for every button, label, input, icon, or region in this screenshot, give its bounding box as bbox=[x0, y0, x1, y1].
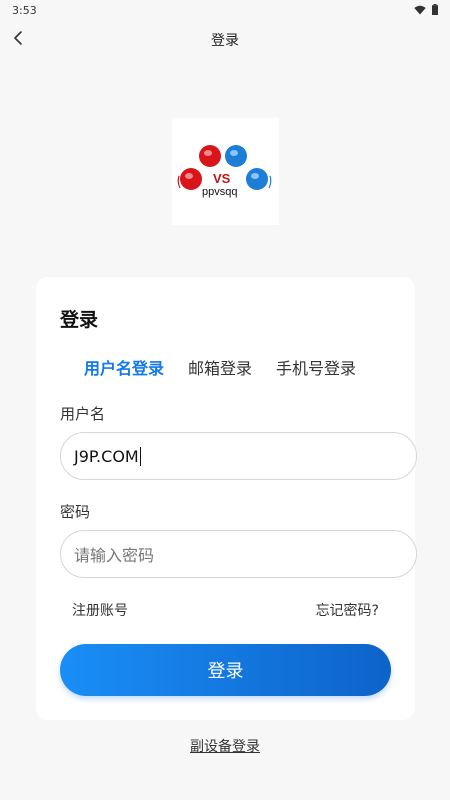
login-card: 登录 用户名登录 邮箱登录 手机号登录 用户名 J9P.COM 密码 请输入密码… bbox=[36, 277, 417, 720]
register-link[interactable]: 注册账号 bbox=[72, 600, 128, 620]
status-bar: 3:53 bbox=[0, 0, 450, 22]
login-button[interactable]: 登录 bbox=[60, 644, 391, 696]
forgot-password-link[interactable]: 忘记密码? bbox=[316, 600, 379, 620]
status-icons bbox=[414, 4, 438, 15]
logo-vs-text: VS bbox=[213, 171, 231, 186]
page-title: 登录 bbox=[211, 33, 239, 49]
tab-email-login[interactable]: 邮箱登录 bbox=[188, 355, 252, 379]
secondary-device-login-link[interactable]: 副设备登录 bbox=[0, 736, 450, 756]
logo-name-text: ppvsqq bbox=[202, 186, 238, 198]
password-placeholder: 请输入密码 bbox=[74, 546, 155, 565]
text-caret bbox=[139, 446, 141, 466]
battery-icon bbox=[432, 4, 438, 15]
password-label: 密码 bbox=[60, 503, 91, 521]
status-time: 3:53 bbox=[12, 4, 37, 17]
nav-bar: 登录 bbox=[0, 22, 450, 56]
tab-phone-login[interactable]: 手机号登录 bbox=[276, 355, 356, 379]
app-logo: VS ppvsqq bbox=[172, 118, 279, 225]
tab-username-login[interactable]: 用户名登录 bbox=[84, 355, 164, 379]
username-input[interactable]: J9P.COM bbox=[60, 432, 417, 480]
username-value: J9P.COM bbox=[74, 446, 139, 466]
password-input[interactable]: 请输入密码 bbox=[60, 530, 417, 578]
username-label: 用户名 bbox=[60, 405, 106, 423]
login-method-tabs: 用户名登录 邮箱登录 手机号登录 bbox=[84, 355, 356, 379]
wifi-icon bbox=[414, 5, 426, 14]
card-title: 登录 bbox=[60, 309, 99, 331]
